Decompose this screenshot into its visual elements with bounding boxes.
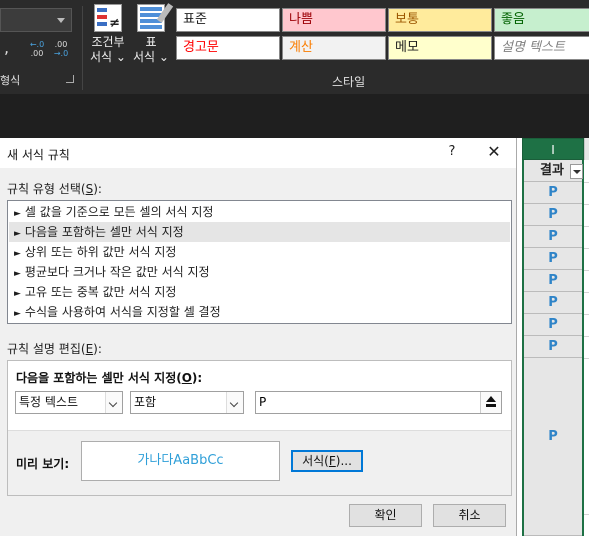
style-bad[interactable]: 나쁨 — [282, 8, 386, 32]
decrease-decimal-button[interactable]: .00 →.0 — [50, 40, 72, 62]
number-group-label: 형식 — [0, 74, 21, 87]
comma-style-button[interactable]: , — [4, 38, 9, 57]
rule-type-item[interactable]: ► 평균보다 크거나 작은 값만 서식 지정 — [9, 262, 510, 282]
format-as-table-button[interactable]: 표 서식 ⌄ — [132, 3, 174, 65]
collapse-arrow-icon — [486, 396, 496, 402]
number-format-dropdown[interactable] — [0, 8, 72, 32]
dialog-title: 새 서식 규칙 — [7, 148, 70, 162]
rule-type-item[interactable]: ► 고유 또는 중복 값만 서식 지정 — [9, 282, 510, 302]
range-select-button[interactable] — [480, 392, 501, 413]
chevron-down-icon — [105, 392, 122, 413]
operator-select[interactable]: 포함 — [130, 391, 244, 414]
result-cell[interactable]: P — [524, 182, 582, 204]
condition-value-field[interactable] — [255, 391, 502, 414]
bullet-triangle-icon: ► — [14, 289, 21, 299]
result-cell[interactable]: P — [524, 226, 582, 248]
result-cell[interactable]: P — [524, 336, 582, 358]
style-note[interactable]: 메모 — [388, 36, 492, 60]
rule-type-item[interactable]: ► 셀 값을 기준으로 모든 셀의 서식 지정 — [9, 202, 510, 222]
rule-type-list[interactable]: ► 셀 값을 기준으로 모든 셀의 서식 지정 ► 다음을 포함하는 셀만 서식 지… — [7, 200, 512, 324]
result-cell[interactable]: P — [524, 270, 582, 292]
column-cells: 결과 P P P P P P P P P P — [522, 160, 584, 536]
increase-decimal-button[interactable]: ←.0 .00 — [26, 40, 48, 62]
condition-value-input[interactable] — [259, 395, 459, 409]
conditional-format-button[interactable]: ≠ 조건부 서식 ⌄ — [88, 4, 128, 65]
cancel-button[interactable]: 취소 — [433, 504, 506, 527]
collapse-bar-icon — [486, 404, 496, 407]
result-cell[interactable]: P — [524, 358, 582, 536]
condition-type-value: 특정 텍스트 — [19, 395, 79, 409]
rule-description-editor: 다음을 포함하는 셀만 서식 지정(O): 특정 텍스트 포함 — [8, 361, 511, 431]
bullet-triangle-icon: ► — [14, 209, 21, 219]
style-explanatory[interactable]: 설명 텍스트 — [494, 36, 589, 60]
ribbon-bottom-band — [0, 94, 589, 138]
number-group: , ←.0 .00 .00 →.0 형식 — [0, 0, 82, 94]
result-cell[interactable]: P — [524, 248, 582, 270]
bullet-triangle-icon: ► — [14, 229, 21, 239]
filter-dropdown-icon[interactable] — [570, 164, 583, 179]
format-button[interactable]: 서식(F)... — [291, 450, 363, 472]
operator-value: 포함 — [134, 395, 157, 409]
close-icon[interactable]: ✕ — [484, 142, 504, 161]
style-calculation[interactable]: 계산 — [282, 36, 386, 60]
rule-type-item-selected[interactable]: ► 다음을 포함하는 셀만 서식 지정 — [9, 222, 510, 242]
style-normal[interactable]: 표준 — [176, 8, 280, 32]
rule-type-item[interactable]: ► 상위 또는 하위 값만 서식 지정 — [9, 242, 510, 262]
format-table-label-2: 서식 ⌄ — [133, 50, 169, 64]
format-as-table-icon — [137, 3, 174, 32]
conditional-format-label-1: 조건부 — [91, 35, 125, 49]
rule-type-label: 규칙 유형 선택(S): — [7, 182, 102, 196]
preview-box: 가나다AaBbCc — [81, 441, 280, 481]
rule-type-item[interactable]: ► 수식을 사용하여 서식을 지정할 셀 결정 — [9, 302, 510, 322]
header-cell[interactable]: 결과 — [524, 160, 583, 182]
rule-description-panel: 다음을 포함하는 셀만 서식 지정(O): 특정 텍스트 포함 미리 보기: 가… — [7, 360, 512, 496]
style-good[interactable]: 좋음 — [494, 8, 589, 32]
column-header-i[interactable]: I — [522, 138, 584, 160]
result-cell[interactable]: P — [524, 204, 582, 226]
bullet-triangle-icon: ► — [14, 269, 21, 279]
preview-area: 미리 보기: 가나다AaBbCc 서식(F)... — [8, 432, 511, 495]
rule-description-heading: 다음을 포함하는 셀만 서식 지정(O): — [16, 371, 203, 385]
style-neutral[interactable]: 보통 — [388, 8, 492, 32]
worksheet-column: I 결과 P P P P P P P P P P — [517, 138, 589, 536]
dialog-title-bar[interactable]: 새 서식 규칙 ? ✕ — [0, 138, 516, 168]
result-cell[interactable]: P — [524, 292, 582, 314]
ok-button[interactable]: 확인 — [349, 504, 422, 527]
group-separator — [82, 6, 83, 90]
column-header-next[interactable] — [584, 138, 589, 160]
increase-decimal-icon: ←.0 — [29, 40, 45, 49]
dialog-launcher-icon[interactable] — [66, 75, 74, 83]
header-cell-label: 결과 — [540, 163, 564, 178]
chevron-down-icon — [226, 392, 243, 413]
condition-type-select[interactable]: 특정 텍스트 — [15, 391, 123, 414]
decrease-decimal-sub: .00 — [54, 40, 68, 49]
result-cell[interactable]: P — [524, 314, 582, 336]
next-column-cells — [584, 160, 589, 536]
cell-styles-gallery: 표준 나쁨 보통 좋음 경고문 계산 메모 설명 텍스트 — [172, 4, 589, 64]
edit-rule-label: 규칙 설명 편집(E): — [7, 342, 102, 356]
decrease-decimal-icon: →.0 — [53, 49, 69, 58]
style-warning[interactable]: 경고문 — [176, 36, 280, 60]
conditional-format-icon: ≠ — [94, 4, 122, 32]
increase-decimal-sub: .00 — [30, 49, 44, 58]
preview-label: 미리 보기: — [16, 457, 70, 471]
conditional-format-label-2: 서식 ⌄ — [90, 50, 126, 64]
help-button[interactable]: ? — [444, 144, 460, 159]
bullet-triangle-icon: ► — [14, 249, 21, 259]
ribbon: , ←.0 .00 .00 →.0 형식 ≠ 조건부 서식 ⌄ 표 서식 ⌄ 표… — [0, 0, 589, 138]
bullet-triangle-icon: ► — [14, 309, 21, 319]
styles-group-label: 스타일 — [332, 75, 366, 89]
new-formatting-rule-dialog: 새 서식 규칙 ? ✕ 규칙 유형 선택(S): ► 셀 값을 기준으로 모든 셀… — [0, 138, 517, 536]
format-table-label-1: 표 — [145, 35, 157, 49]
